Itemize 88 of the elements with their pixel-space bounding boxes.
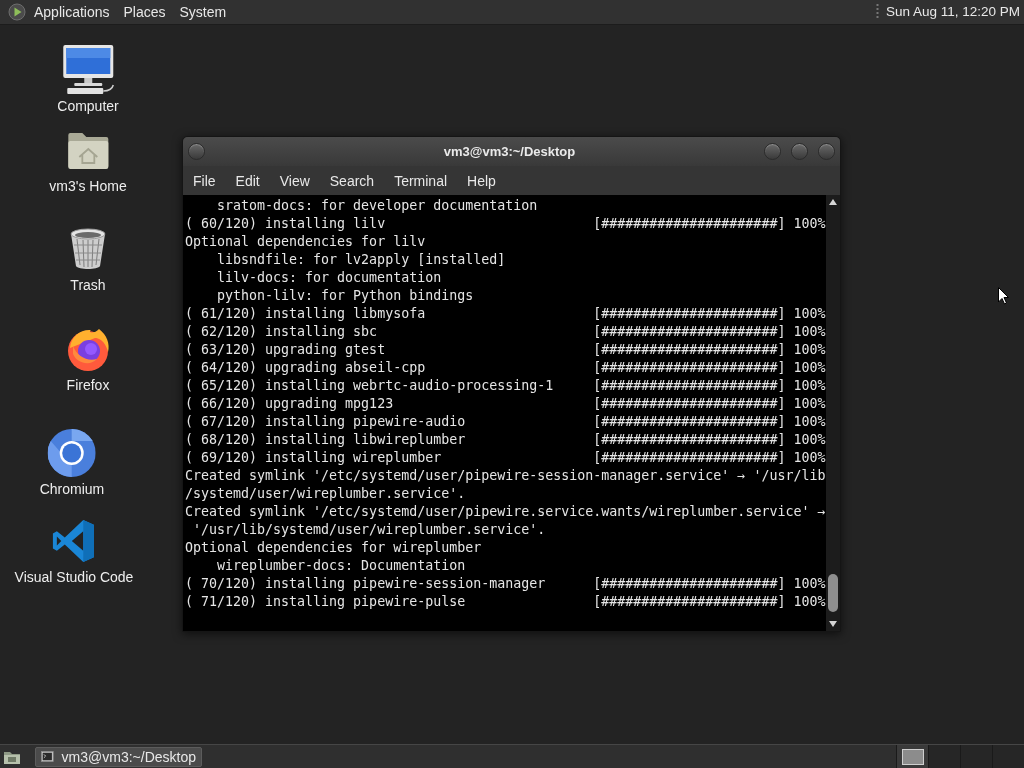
terminal-line: wireplumber-docs: Documentation bbox=[217, 558, 466, 573]
desktop-shortcut[interactable]: Visual Studio Code bbox=[14, 515, 134, 586]
percent-label: 100% bbox=[793, 395, 826, 413]
percent-label: 100% bbox=[793, 449, 826, 467]
percent-label: 100% bbox=[793, 413, 826, 431]
desktop-shortcut[interactable]: Firefox bbox=[65, 323, 111, 394]
progress-hashes: [######################] bbox=[593, 413, 786, 431]
scrollbar-thumb[interactable] bbox=[828, 574, 838, 612]
percent-label: 100% bbox=[793, 593, 826, 611]
desktop-shortcut[interactable]: Chromium bbox=[39, 427, 105, 498]
terminal-line: lilv-docs: for documentation bbox=[217, 270, 442, 285]
home-folder-icon bbox=[66, 130, 110, 170]
menu-item[interactable]: File bbox=[183, 170, 226, 191]
terminal-line: ( 63/120) upgrading gtest bbox=[185, 342, 386, 357]
terminal-line: ( 70/120) installing pipewire-session-manager bbox=[185, 576, 546, 591]
terminal-line: Optional dependencies for wireplumber bbox=[185, 540, 482, 555]
terminal-line: ( 60/120) installing lilv bbox=[185, 216, 386, 231]
terminal-line: '/usr/lib/systemd/user/wireplumber.service'. bbox=[192, 522, 546, 537]
window-title: vm3@vm3:~/Desktop bbox=[442, 142, 577, 161]
workspace-cell[interactable] bbox=[896, 744, 928, 768]
browser-circle-icon bbox=[48, 429, 96, 477]
workspace-cell[interactable] bbox=[960, 744, 992, 768]
menu-item[interactable]: View bbox=[269, 170, 320, 191]
trash-bin-icon bbox=[68, 227, 108, 271]
progress-hashes: [######################] bbox=[593, 215, 786, 233]
progress-hashes: [######################] bbox=[593, 377, 786, 395]
menu-item[interactable]: Edit bbox=[225, 170, 270, 191]
percent-label: 100% bbox=[793, 341, 826, 359]
desktop-shortcut[interactable]: vm3's Home bbox=[49, 124, 127, 195]
terminal-line: sratom-docs: for developer documentation bbox=[217, 198, 538, 213]
terminal-line: ( 66/120) upgrading mpg123 bbox=[185, 396, 394, 411]
terminal-line: ( 71/120) installing pipewire-pulse bbox=[185, 594, 466, 609]
fox-globe-icon bbox=[65, 326, 111, 372]
terminal-line: python-lilv: for Python bindings bbox=[217, 288, 474, 303]
maximize-button[interactable] bbox=[791, 143, 808, 160]
terminal-line: Optional dependencies for lilv bbox=[185, 234, 426, 249]
computer-monitor-icon bbox=[61, 45, 115, 95]
minimize-button[interactable] bbox=[764, 143, 781, 160]
terminal-line: Created symlink '/etc/systemd/user/pipewire.service.wants/wireplumber.service' → bbox=[185, 504, 826, 519]
terminal-line: ( 61/120) installing libmysofa bbox=[185, 306, 426, 321]
workspace-cell[interactable] bbox=[992, 744, 1024, 768]
progress-hashes: [######################] bbox=[593, 593, 786, 611]
progress-hashes: [######################] bbox=[593, 395, 786, 413]
menu-item[interactable]: Help bbox=[457, 170, 506, 191]
menu-item[interactable]: Terminal bbox=[384, 170, 458, 191]
progress-hashes: [######################] bbox=[593, 359, 786, 377]
terminal-line: /systemd/user/wireplumber.service'. bbox=[185, 486, 466, 501]
menu-logo-icon[interactable] bbox=[8, 3, 26, 21]
window-menu-button[interactable] bbox=[188, 143, 205, 160]
terminal-line: ( 64/120) upgrading abseil-cpp bbox=[185, 360, 426, 375]
terminal-icon bbox=[41, 750, 54, 763]
terminal-line: ( 62/120) installing sbc bbox=[185, 324, 378, 339]
progress-hashes: [######################] bbox=[593, 575, 786, 593]
percent-label: 100% bbox=[793, 215, 826, 233]
percent-label: 100% bbox=[793, 377, 826, 395]
desktop-shortcut[interactable]: Trash bbox=[68, 223, 108, 294]
menu-item[interactable]: Search bbox=[319, 170, 385, 191]
percent-label: 100% bbox=[793, 359, 826, 377]
percent-label: 100% bbox=[793, 323, 826, 341]
taskbar-button[interactable]: vm3@vm3:~/Desktop bbox=[35, 746, 202, 767]
terminal-line: libsndfile: for lv2apply [installed] bbox=[217, 252, 506, 267]
progress-hashes: [######################] bbox=[593, 305, 786, 323]
progress-hashes: [######################] bbox=[593, 431, 786, 449]
terminal-line: Created symlink '/etc/systemd/user/pipewire-session-manager.service' → '/usr/lib bbox=[185, 468, 826, 483]
code-editor-icon bbox=[52, 519, 96, 563]
panel-menu[interactable]: Applications bbox=[27, 2, 117, 22]
terminal-line: ( 67/120) installing pipewire-audio bbox=[185, 414, 466, 429]
percent-label: 100% bbox=[793, 305, 826, 323]
panel-menu[interactable]: Places bbox=[116, 2, 173, 22]
terminal-line: ( 65/120) installing webrtc-audio-processing-1 bbox=[185, 378, 554, 393]
desktop-shortcut[interactable]: Computer bbox=[57, 44, 119, 115]
window-thumbnail-icon bbox=[901, 748, 924, 765]
drag-handle-icon bbox=[875, 3, 879, 21]
scrollbar[interactable] bbox=[826, 195, 840, 631]
terminal-line: ( 69/120) installing wireplumber bbox=[185, 450, 442, 465]
terminal-line: ( 68/120) installing libwireplumber bbox=[185, 432, 466, 447]
workspace-cell[interactable] bbox=[928, 744, 960, 768]
progress-hashes: [######################] bbox=[593, 449, 786, 467]
percent-label: 100% bbox=[793, 431, 826, 449]
scroll-down-arrow-icon[interactable] bbox=[828, 620, 838, 628]
clock[interactable]: Sun Aug 11, 12:20 PM bbox=[884, 2, 1021, 22]
percent-label: 100% bbox=[793, 575, 826, 593]
panel-menu[interactable]: System bbox=[172, 2, 234, 22]
progress-hashes: [######################] bbox=[593, 341, 786, 359]
mouse-pointer-icon bbox=[998, 287, 1009, 305]
scroll-up-arrow-icon[interactable] bbox=[828, 198, 838, 206]
progress-hashes: [######################] bbox=[593, 323, 786, 341]
close-button[interactable] bbox=[818, 143, 835, 160]
